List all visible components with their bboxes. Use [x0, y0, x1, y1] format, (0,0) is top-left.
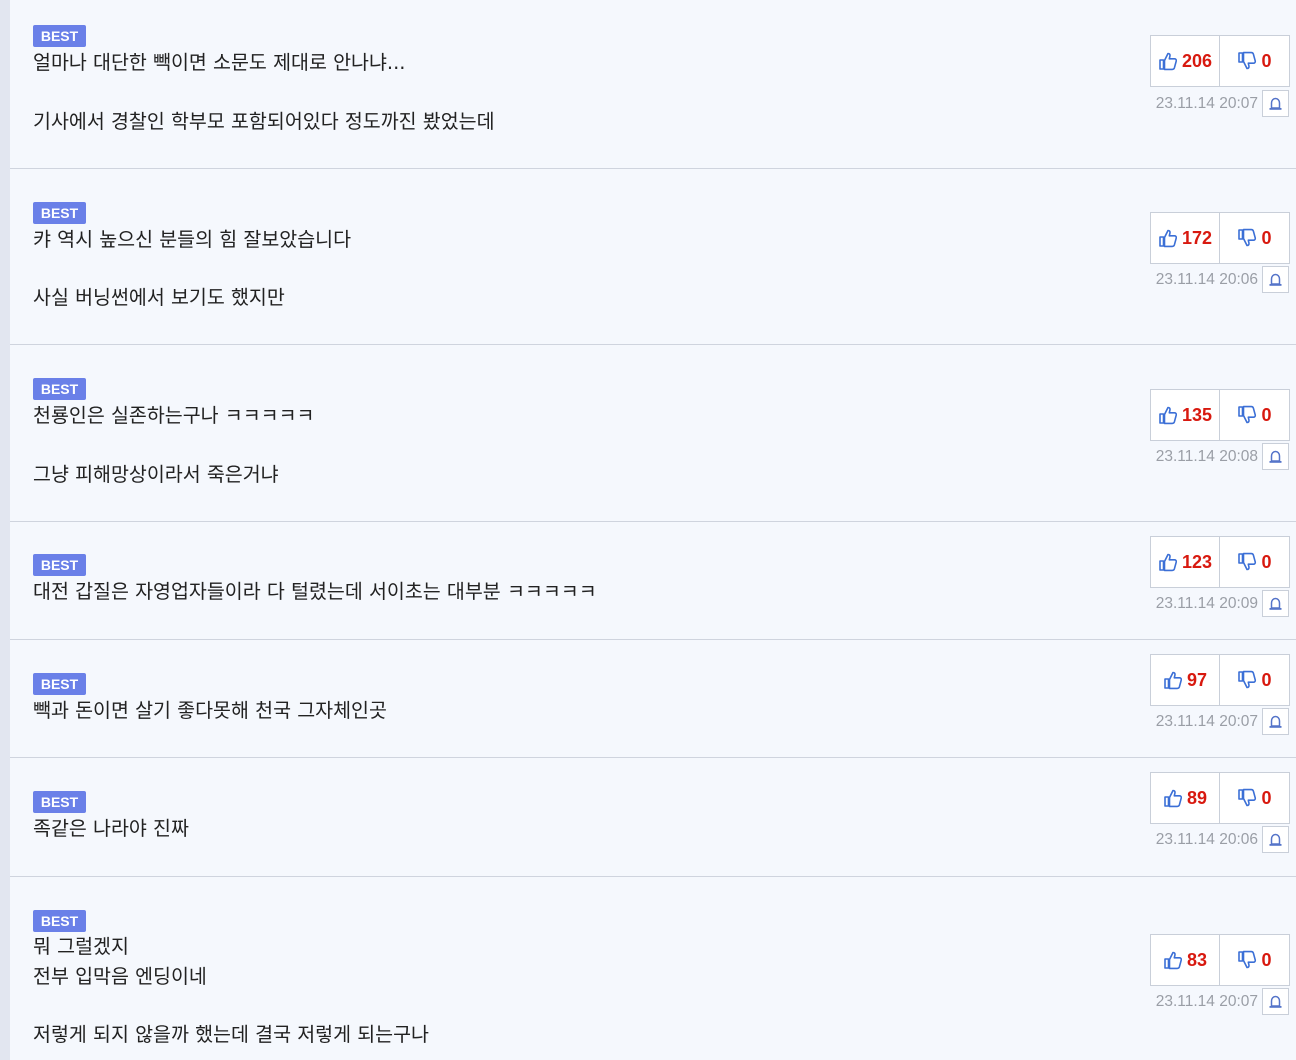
comment-item: BEST 족같은 나라야 진짜 89 0 23.11.14 20:06	[10, 758, 1296, 877]
comment-text: 전부 입막음 엔딩이네	[33, 965, 207, 988]
thumbs-down-icon	[1238, 552, 1257, 571]
comment-date: 23.11.14 20:07	[1155, 95, 1258, 112]
downvote-count: 0	[1261, 669, 1272, 690]
thumbs-up-icon	[1159, 52, 1178, 71]
siren-icon	[1269, 273, 1282, 286]
upvote-count: 135	[1181, 404, 1213, 425]
downvote-button[interactable]: 0	[1220, 390, 1289, 440]
report-button[interactable]	[1262, 90, 1289, 117]
siren-icon	[1269, 995, 1282, 1008]
comment-text: 족같은 나라야 진짜	[33, 817, 189, 840]
upvote-count: 172	[1181, 227, 1213, 248]
comment-item: BEST 뭐 그럴겠지 전부 입막음 엔딩이네 저렇게 되지 않을까 했는데 결…	[10, 877, 1296, 1060]
siren-icon	[1269, 597, 1282, 610]
report-button[interactable]	[1262, 590, 1289, 617]
downvote-count: 0	[1261, 949, 1272, 970]
upvote-button[interactable]: 83	[1151, 935, 1220, 985]
comment-date: 23.11.14 20:08	[1155, 448, 1258, 465]
best-badge: BEST	[33, 673, 86, 695]
comment-text: 저렇게 되지 않을까 했는데 결국 저렇게 되는구나	[33, 1023, 429, 1046]
comment-text: 대전 갑질은 자영업자들이라 다 털렸는데 서이초는 대부분 ㅋㅋㅋㅋㅋ	[33, 580, 597, 603]
upvote-button[interactable]: 135	[1151, 390, 1220, 440]
comment-date: 23.11.14 20:07	[1155, 713, 1258, 730]
thumbs-up-icon	[1164, 789, 1183, 808]
report-button[interactable]	[1262, 826, 1289, 853]
comment-date: 23.11.14 20:06	[1155, 271, 1258, 288]
vote-box: 123 0	[1150, 536, 1290, 588]
upvote-count: 123	[1181, 551, 1213, 572]
comment-item: BEST 천룡인은 실존하는구나 ㅋㅋㅋㅋㅋ 그냥 피해망상이라서 죽은거냐 1…	[10, 345, 1296, 522]
comment-date: 23.11.14 20:06	[1155, 831, 1258, 848]
report-button[interactable]	[1262, 708, 1289, 735]
thumbs-up-icon	[1159, 229, 1178, 248]
comment-text: 얼마나 대단한 빽이면 소문도 제대로 안나냐...	[33, 51, 406, 74]
vote-box: 135 0	[1150, 389, 1290, 441]
downvote-button[interactable]: 0	[1220, 537, 1289, 587]
vote-box: 97 0	[1150, 654, 1290, 706]
upvote-button[interactable]: 89	[1151, 773, 1220, 823]
comment-text: 그냥 피해망상이라서 죽은거냐	[33, 463, 279, 486]
report-button[interactable]	[1262, 266, 1289, 293]
downvote-count: 0	[1261, 551, 1272, 572]
vote-box: 206 0	[1150, 35, 1290, 87]
comment-date: 23.11.14 20:07	[1155, 993, 1258, 1010]
thumbs-down-icon	[1238, 788, 1257, 807]
downvote-button[interactable]: 0	[1220, 655, 1289, 705]
comment-text: 천룡인은 실존하는구나 ㅋㅋㅋㅋㅋ	[33, 404, 315, 427]
siren-icon	[1269, 715, 1282, 728]
best-badge: BEST	[33, 202, 86, 224]
upvote-count: 83	[1186, 949, 1208, 970]
best-badge: BEST	[33, 910, 86, 932]
thumbs-down-icon	[1238, 950, 1257, 969]
best-badge: BEST	[33, 554, 86, 576]
upvote-button[interactable]: 123	[1151, 537, 1220, 587]
downvote-count: 0	[1261, 404, 1272, 425]
report-button[interactable]	[1262, 443, 1289, 470]
vote-box: 83 0	[1150, 934, 1290, 986]
siren-icon	[1269, 97, 1282, 110]
upvote-button[interactable]: 172	[1151, 213, 1220, 263]
best-badge: BEST	[33, 25, 86, 47]
upvote-button[interactable]: 206	[1151, 36, 1220, 86]
comment-text: 뭐 그럴겠지	[33, 935, 129, 958]
comment-text: 빽과 돈이면 살기 좋다못해 천국 그자체인곳	[33, 699, 387, 722]
best-badge: BEST	[33, 791, 86, 813]
comment-date: 23.11.14 20:09	[1155, 595, 1258, 612]
thumbs-up-icon	[1159, 553, 1178, 572]
thumbs-down-icon	[1238, 670, 1257, 689]
thumbs-down-icon	[1238, 405, 1257, 424]
vote-box: 89 0	[1150, 772, 1290, 824]
upvote-count: 89	[1186, 787, 1208, 808]
upvote-button[interactable]: 97	[1151, 655, 1220, 705]
report-button[interactable]	[1262, 988, 1289, 1015]
downvote-button[interactable]: 0	[1220, 935, 1289, 985]
downvote-count: 0	[1261, 50, 1272, 71]
downvote-button[interactable]: 0	[1220, 213, 1289, 263]
downvote-button[interactable]: 0	[1220, 36, 1289, 86]
downvote-button[interactable]: 0	[1220, 773, 1289, 823]
downvote-count: 0	[1261, 227, 1272, 248]
upvote-count: 206	[1181, 50, 1213, 71]
thumbs-up-icon	[1164, 671, 1183, 690]
thumbs-down-icon	[1238, 51, 1257, 70]
comment-text: 사실 버닝썬에서 보기도 했지만	[33, 286, 285, 309]
comment-text: 캬 역시 높으신 분들의 힘 잘보았습니다	[33, 228, 352, 251]
best-badge: BEST	[33, 378, 86, 400]
comment-item: BEST 대전 갑질은 자영업자들이라 다 털렸는데 서이초는 대부분 ㅋㅋㅋㅋ…	[10, 522, 1296, 640]
comment-list: BEST 얼마나 대단한 빽이면 소문도 제대로 안나냐... 기사에서 경찰인…	[0, 0, 1296, 1060]
downvote-count: 0	[1261, 787, 1272, 808]
comment-item: BEST 빽과 돈이면 살기 좋다못해 천국 그자체인곳 97 0 23.11.…	[10, 640, 1296, 758]
vote-box: 172 0	[1150, 212, 1290, 264]
thumbs-down-icon	[1238, 228, 1257, 247]
thumbs-up-icon	[1164, 951, 1183, 970]
upvote-count: 97	[1186, 669, 1208, 690]
comment-item: BEST 얼마나 대단한 빽이면 소문도 제대로 안나냐... 기사에서 경찰인…	[10, 0, 1296, 169]
siren-icon	[1269, 833, 1282, 846]
comment-text: 기사에서 경찰인 학부모 포함되어있다 정도까진 봤었는데	[33, 110, 495, 133]
siren-icon	[1269, 450, 1282, 463]
comment-item: BEST 캬 역시 높으신 분들의 힘 잘보았습니다 사실 버닝썬에서 보기도 …	[10, 169, 1296, 345]
thumbs-up-icon	[1159, 406, 1178, 425]
